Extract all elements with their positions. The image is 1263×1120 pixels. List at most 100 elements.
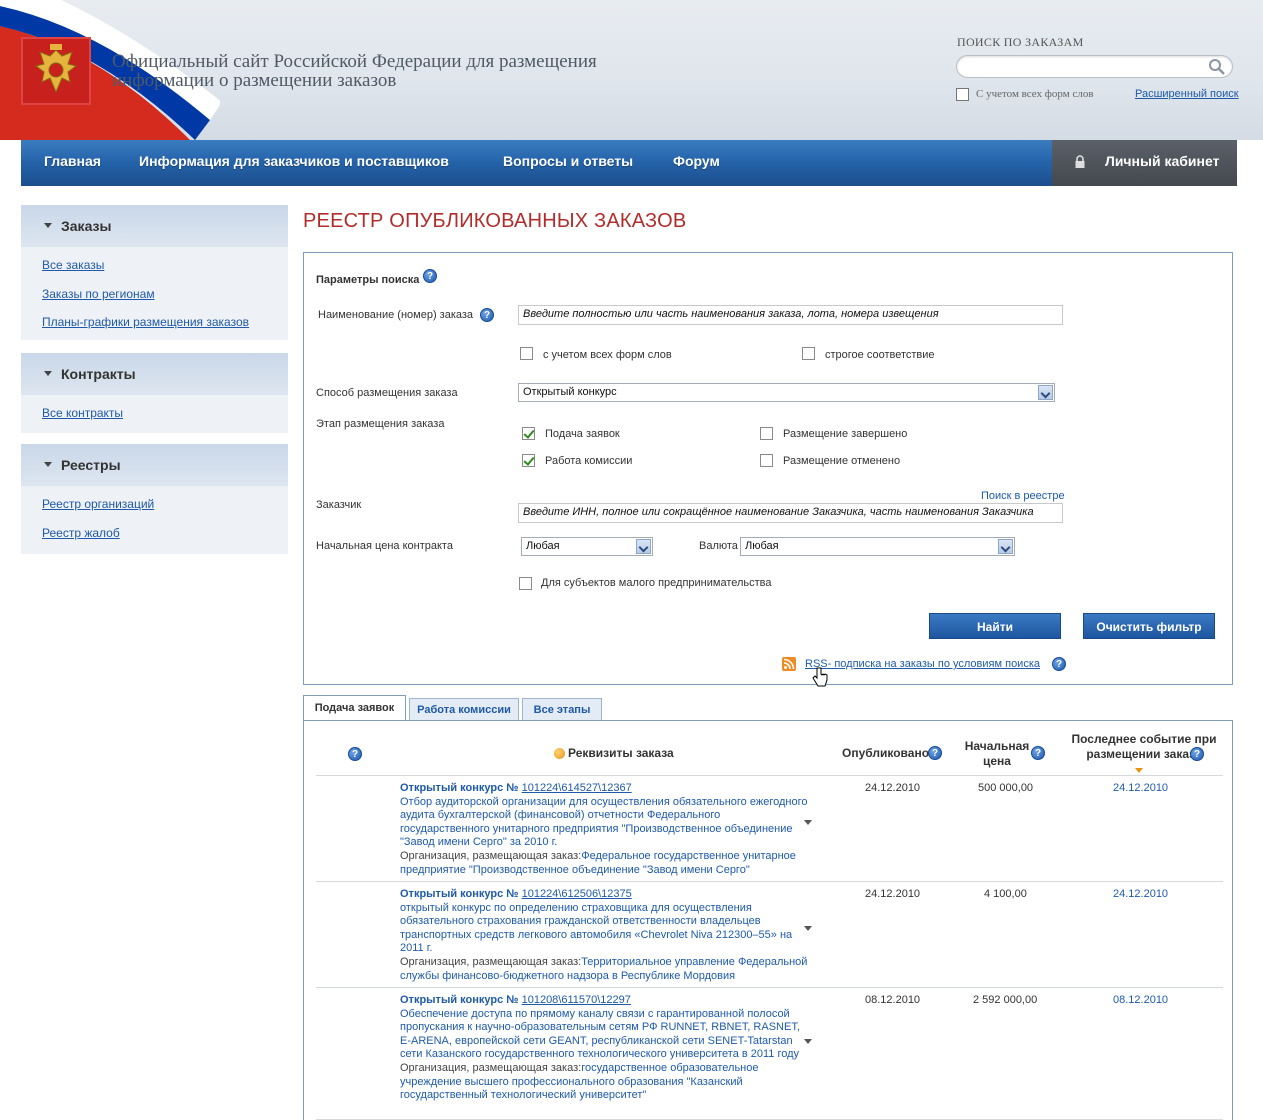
strict-match-checkbox[interactable] bbox=[802, 347, 815, 360]
customer-input[interactable]: Введите ИНН, полное или сокращённое наим… bbox=[518, 503, 1063, 523]
published-date: 08.12.2010 bbox=[865, 994, 921, 1006]
rss-subscription-link[interactable]: RSS- подписка на заказы по условиям поис… bbox=[805, 658, 1040, 670]
site-header: Официальный сайт Российской Федерации дл… bbox=[0, 0, 1263, 140]
col-order-details[interactable]: Реквизиты заказа bbox=[568, 746, 674, 761]
row-divider bbox=[316, 881, 1223, 882]
initial-price: 4 100,00 bbox=[984, 888, 1027, 900]
collapse-arrow-icon bbox=[44, 223, 52, 228]
personal-account-label: Личный кабинет bbox=[1105, 153, 1220, 169]
coat-of-arms-logo[interactable] bbox=[21, 37, 91, 105]
order-name-input[interactable]: Введите полностью или часть наименования… bbox=[518, 305, 1063, 325]
stage-submission-checkbox[interactable] bbox=[522, 427, 535, 440]
sidebar-registries-header[interactable]: Реестры bbox=[21, 444, 288, 486]
stage-cancelled-label: Размещение отменено bbox=[783, 455, 901, 467]
sort-indicator-icon bbox=[554, 748, 565, 759]
last-event-date[interactable]: 24.12.2010 bbox=[1113, 888, 1168, 900]
help-icon[interactable]: ? bbox=[1052, 657, 1066, 671]
search-filter-panel: Параметры поиска ? Наименование (номер) … bbox=[303, 252, 1233, 687]
hand-cursor-icon bbox=[812, 667, 828, 687]
placement-stage-label: Этап размещения заказа bbox=[316, 418, 445, 430]
nav-forum[interactable]: Форум bbox=[673, 153, 720, 169]
word-forms-label: с учетом всех форм слов bbox=[543, 349, 672, 361]
stage-commission-checkbox[interactable] bbox=[522, 454, 535, 467]
word-forms-checkbox[interactable] bbox=[520, 347, 533, 360]
sidebar-link-plans-schedules[interactable]: Планы-графики размещения заказов bbox=[42, 315, 249, 329]
sidebar-link-all-orders[interactable]: Все заказы bbox=[42, 258, 104, 272]
sidebar-contracts: Контракты Все контракты bbox=[21, 353, 288, 433]
find-button[interactable]: Найти bbox=[929, 613, 1061, 639]
rss-icon[interactable] bbox=[782, 657, 796, 671]
page-title: РЕЕСТР ОПУБЛИКОВАННЫХ ЗАКАЗОВ bbox=[303, 210, 687, 232]
help-icon[interactable]: ? bbox=[348, 747, 362, 761]
initial-price: 2 592 000,00 bbox=[973, 994, 1038, 1006]
clear-filter-button[interactable]: Очистить фильтр bbox=[1083, 613, 1215, 639]
org-label: Организация, размещающая заказ: bbox=[400, 955, 582, 968]
main-navigation: Главная Информация для заказчиков и пост… bbox=[21, 140, 1237, 186]
sidebar-orders-header[interactable]: Заказы bbox=[21, 205, 288, 247]
help-icon[interactable]: ? bbox=[480, 308, 494, 322]
order-number-link[interactable]: 101208\611570\12297 bbox=[522, 994, 631, 1006]
sidebar-orders-title: Заказы bbox=[61, 218, 112, 234]
advanced-search-link[interactable]: Расширенный поиск bbox=[1135, 88, 1239, 100]
help-icon[interactable]: ? bbox=[423, 269, 437, 283]
nav-info[interactable]: Информация для заказчиков и поставщиков bbox=[139, 153, 449, 169]
expand-arrow-icon[interactable] bbox=[804, 1039, 812, 1044]
org-label: Организация, размещающая заказ: bbox=[400, 849, 582, 862]
placement-method-select[interactable]: Открытый конкурс bbox=[518, 383, 1055, 402]
order-description[interactable]: открытый конкурс по определению страховщ… bbox=[400, 902, 792, 955]
order-details: Открытый конкурс № 101224\612506\12375 о… bbox=[400, 888, 810, 983]
col-published[interactable]: Опубликовано bbox=[842, 746, 929, 761]
customer-label: Заказчик bbox=[316, 499, 362, 511]
sidebar-link-complaints-registry[interactable]: Реестр жалоб bbox=[42, 526, 120, 540]
help-icon[interactable]: ? bbox=[1190, 747, 1204, 761]
col-initial-price[interactable]: Начальная цена bbox=[960, 739, 1034, 769]
row-divider bbox=[316, 775, 1223, 776]
nav-home[interactable]: Главная bbox=[44, 153, 101, 169]
personal-account-button[interactable]: Личный кабинет bbox=[1052, 140, 1237, 186]
collapse-arrow-icon bbox=[44, 371, 52, 376]
last-event-date[interactable]: 24.12.2010 bbox=[1113, 782, 1168, 794]
order-number-link[interactable]: 101224\614527\12367 bbox=[522, 782, 632, 794]
initial-price-value: Любая bbox=[526, 540, 560, 552]
stage-cancelled-checkbox[interactable] bbox=[760, 454, 773, 467]
org-label: Организация, размещающая заказ: bbox=[400, 1061, 582, 1074]
all-word-forms-checkbox[interactable] bbox=[956, 88, 969, 101]
tab-all-stages[interactable]: Все этапы bbox=[522, 698, 602, 721]
strict-match-label: строгое соответствие bbox=[825, 349, 935, 361]
order-details: Открытый конкурс № 101224\614527\12367 О… bbox=[400, 782, 810, 877]
stage-completed-checkbox[interactable] bbox=[760, 427, 773, 440]
order-description[interactable]: Отбор аудиторской организации для осущес… bbox=[400, 796, 807, 849]
expand-arrow-icon[interactable] bbox=[804, 820, 812, 825]
all-word-forms-label: С учетом всех форм слов bbox=[976, 88, 1094, 100]
placement-method-label: Способ размещения заказа bbox=[316, 387, 458, 399]
help-icon[interactable]: ? bbox=[928, 746, 942, 760]
initial-price-select[interactable]: Любая bbox=[521, 537, 653, 556]
sidebar-link-all-contracts[interactable]: Все контракты bbox=[42, 406, 123, 420]
order-number-link[interactable]: 101224\612506\12375 bbox=[522, 888, 632, 900]
last-event-date[interactable]: 08.12.2010 bbox=[1113, 994, 1168, 1006]
order-search-input[interactable] bbox=[956, 55, 1233, 78]
currency-value: Любая bbox=[745, 540, 779, 552]
sidebar-link-orders-by-region[interactable]: Заказы по регионам bbox=[42, 287, 155, 301]
sort-desc-icon[interactable] bbox=[1135, 768, 1143, 773]
sidebar-contracts-header[interactable]: Контракты bbox=[21, 353, 288, 395]
double-headed-eagle-icon bbox=[34, 44, 78, 94]
results-table: ? Реквизиты заказа Опубликовано ? Началь… bbox=[303, 720, 1233, 1120]
help-icon[interactable]: ? bbox=[1031, 746, 1045, 760]
sidebar-orders: Заказы Все заказы Заказы по регионам Пла… bbox=[21, 205, 288, 340]
registry-search-link[interactable]: Поиск в реестре bbox=[981, 490, 1065, 502]
currency-select[interactable]: Любая bbox=[740, 537, 1015, 556]
stage-submission-label: Подача заявок bbox=[545, 428, 620, 440]
expand-arrow-icon[interactable] bbox=[804, 926, 812, 931]
small-business-checkbox[interactable] bbox=[519, 577, 532, 590]
nav-faq[interactable]: Вопросы и ответы bbox=[503, 153, 633, 169]
row-divider bbox=[316, 987, 1223, 988]
tab-submission[interactable]: Подача заявок bbox=[303, 695, 406, 722]
search-icon[interactable] bbox=[1208, 58, 1226, 76]
tab-commission[interactable]: Работа комиссии bbox=[409, 698, 519, 721]
published-date: 24.12.2010 bbox=[865, 888, 921, 900]
order-type: Открытый конкурс № bbox=[400, 782, 519, 794]
chevron-down-icon bbox=[998, 539, 1013, 554]
sidebar-link-organizations-registry[interactable]: Реестр организаций bbox=[42, 497, 154, 511]
order-description[interactable]: Обеспечение доступа по прямому каналу св… bbox=[400, 1008, 800, 1061]
